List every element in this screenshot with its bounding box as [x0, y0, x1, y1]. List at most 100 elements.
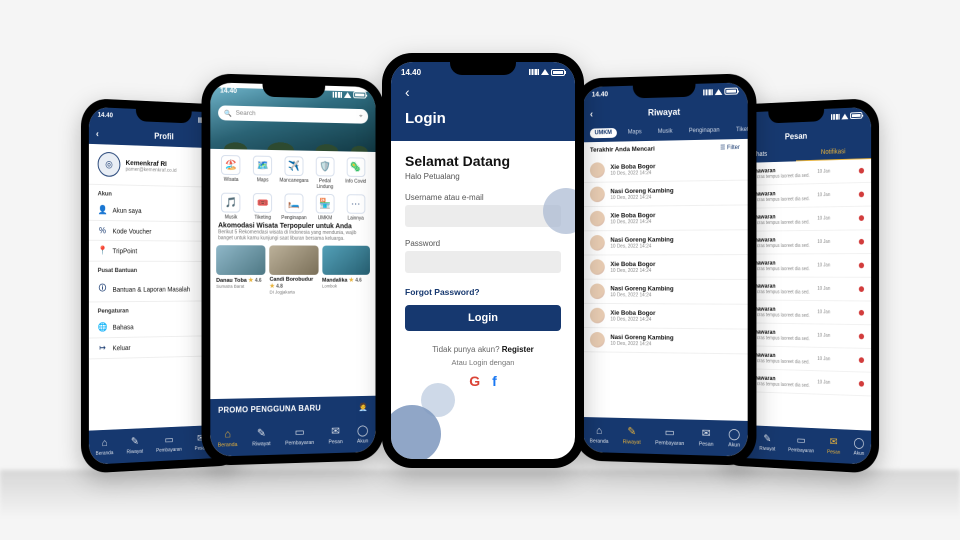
category-pedal lindung[interactable]: 🛡️Pedal Lindung — [310, 157, 339, 191]
history-row[interactable]: Nasi Goreng Kambing10 Des, 2022 14:24 — [583, 230, 748, 255]
battery-icon — [353, 91, 366, 98]
login-button[interactable]: Login — [405, 305, 561, 331]
history-row[interactable]: Xie Boba Bogor10 Des, 2022 14:24 — [583, 205, 748, 231]
back-icon[interactable]: ‹ — [590, 109, 593, 120]
signal-icon — [831, 113, 840, 119]
tab-penginapan[interactable]: Penginapan — [684, 126, 724, 137]
register-link[interactable]: Register — [502, 345, 534, 354]
unread-dot — [859, 239, 864, 245]
status-time: 14.40 — [592, 91, 608, 98]
category-penginapan[interactable]: 🛏️Penginapan — [279, 193, 308, 221]
category-tiketing[interactable]: 🎟️Tiketing — [248, 193, 278, 221]
avatar — [590, 332, 605, 348]
forgot-password-link[interactable]: Forgot Password? — [405, 287, 561, 297]
bottomnav-akun[interactable]: ◯Akun — [357, 425, 368, 444]
history-row[interactable]: Nasi Goreng Kambing10 Des, 2022 14:24 — [583, 328, 748, 354]
bottomnav-pesan[interactable]: ✉Pesan — [699, 428, 714, 447]
bottomnav-akun[interactable]: ◯Akun — [854, 438, 865, 457]
tab-umkm[interactable]: UMKM — [590, 128, 617, 138]
status-time: 14.40 — [220, 88, 237, 95]
bottomnav-pesan[interactable]: ✉Pesan — [328, 426, 342, 445]
username-input[interactable] — [405, 205, 561, 227]
bottomnav-pembayaran[interactable]: ▭Pembayaran — [788, 435, 814, 454]
category-info covid[interactable]: 🦠Info Covid — [341, 157, 370, 190]
category-wisata[interactable]: 🏖️Wisata — [216, 155, 246, 189]
search-input[interactable]: 🔍 Search ⌖ — [218, 105, 368, 123]
password-input[interactable] — [405, 251, 561, 273]
titlebar-riwayat: ‹ Riwayat — [583, 99, 748, 125]
card-mandalika[interactable]: Mandalika ★ 4.6Lombok — [322, 246, 370, 295]
wifi-icon — [841, 113, 848, 119]
username-label: Username atau e-mail — [405, 193, 561, 202]
category-mancanegara[interactable]: ✈️Mancanegara — [279, 156, 308, 190]
wifi-icon — [541, 69, 549, 75]
bottomnav-riwayat[interactable]: ✎Riwayat — [623, 426, 641, 445]
target-icon[interactable]: ⌖ — [359, 112, 362, 120]
wifi-icon — [344, 92, 351, 98]
welcome-title: Selamat Datang — [405, 153, 561, 169]
history-row[interactable]: Nasi Goreng Kambing10 Des, 2022 14:24 — [583, 280, 748, 305]
unread-dot — [859, 357, 864, 363]
tab-notifikasi[interactable]: Notifikasi — [796, 144, 871, 161]
welcome-subtitle: Halo Petualang — [405, 172, 561, 181]
history-row[interactable]: Nasi Goreng Kambing10 Des, 2022 14:24 — [583, 181, 748, 208]
profile-email: pamer@kemenkraf.co.id — [126, 166, 177, 173]
signal-icon — [529, 69, 539, 75]
wifi-icon — [715, 88, 723, 94]
avatar — [590, 187, 605, 203]
page-title: Login — [405, 110, 561, 127]
bottomnav-beranda[interactable]: ⌂Beranda — [218, 429, 238, 448]
bottomnav-pembayaran[interactable]: ▭Pembayaran — [156, 434, 182, 453]
back-icon[interactable]: ‹ — [96, 128, 99, 139]
history-row[interactable]: Xie Boba Bogor10 Des, 2022 14:24 — [583, 304, 748, 330]
facebook-login-button[interactable]: f — [492, 373, 497, 389]
or-divider: Atau Login dengan — [405, 358, 561, 367]
unread-dot — [859, 334, 864, 340]
tab-maps[interactable]: Maps — [623, 127, 646, 137]
page-title: Profil — [154, 131, 173, 141]
back-icon[interactable]: ‹ — [405, 84, 410, 100]
unread-dot — [859, 310, 864, 316]
battery-icon — [724, 88, 738, 95]
category-musik[interactable]: 🎵Musik — [216, 193, 246, 221]
filter-button[interactable]: ☰ Filter — [720, 144, 740, 151]
search-placeholder: Search — [236, 110, 256, 117]
avatar — [590, 211, 605, 227]
bottomnav-beranda[interactable]: ⌂Beranda — [96, 438, 114, 457]
bottomnav-beranda[interactable]: ⌂Beranda — [590, 425, 609, 444]
signal-icon — [703, 89, 713, 95]
category-maps[interactable]: 🗺️Maps — [248, 155, 278, 189]
bottomnav-pembayaran[interactable]: ▭Pembayaran — [655, 427, 684, 446]
section-subtitle: Berikut 5 Rekomendasi wisata di Indonesi… — [210, 229, 375, 242]
card-candi-borobudur[interactable]: Candi Borobudur ★ 4.8DI Jogjakarta — [270, 245, 319, 294]
bottomnav-riwayat[interactable]: ✎Riwayat — [127, 436, 143, 455]
password-label: Password — [405, 239, 561, 248]
google-login-button[interactable]: G — [469, 373, 480, 389]
status-time: 14.40 — [401, 68, 421, 77]
tab-tiketing[interactable]: Tiketing — [731, 125, 747, 136]
status-time: 14.40 — [98, 112, 113, 119]
search-icon: 🔍 — [224, 109, 232, 117]
card-danau-toba[interactable]: Danau Toba ★ 4.6Sumatra Barat — [216, 245, 266, 295]
signal-icon — [333, 91, 342, 97]
history-row[interactable]: Xie Boba Bogor10 Des, 2022 14:24 — [583, 156, 748, 183]
avatar — [590, 235, 605, 251]
avatar — [590, 308, 605, 324]
category-umkm[interactable]: 🏪UMKM — [310, 194, 339, 222]
bottomnav-riwayat[interactable]: ✎Riwayat — [252, 428, 270, 447]
unread-dot — [859, 191, 864, 197]
unread-dot — [859, 286, 864, 292]
category-lainnya[interactable]: ⋯Lainnya — [341, 194, 370, 221]
subheader: Terakhir Anda Mencari — [590, 146, 655, 154]
unread-dot — [859, 215, 864, 221]
bottomnav-pesan[interactable]: ✉Pesan — [827, 437, 840, 455]
unread-dot — [859, 381, 864, 387]
bottomnav-riwayat[interactable]: ✎Riwayat — [759, 434, 775, 452]
page-title: Riwayat — [648, 107, 680, 118]
avatar: ◎ — [98, 152, 121, 177]
history-row[interactable]: Xie Boba Bogor10 Des, 2022 14:24 — [583, 255, 748, 280]
bottomnav-pembayaran[interactable]: ▭Pembayaran — [285, 427, 314, 446]
tab-musik[interactable]: Musik — [653, 127, 677, 137]
battery-icon — [850, 112, 862, 119]
bottomnav-akun[interactable]: ◯Akun — [728, 429, 740, 448]
